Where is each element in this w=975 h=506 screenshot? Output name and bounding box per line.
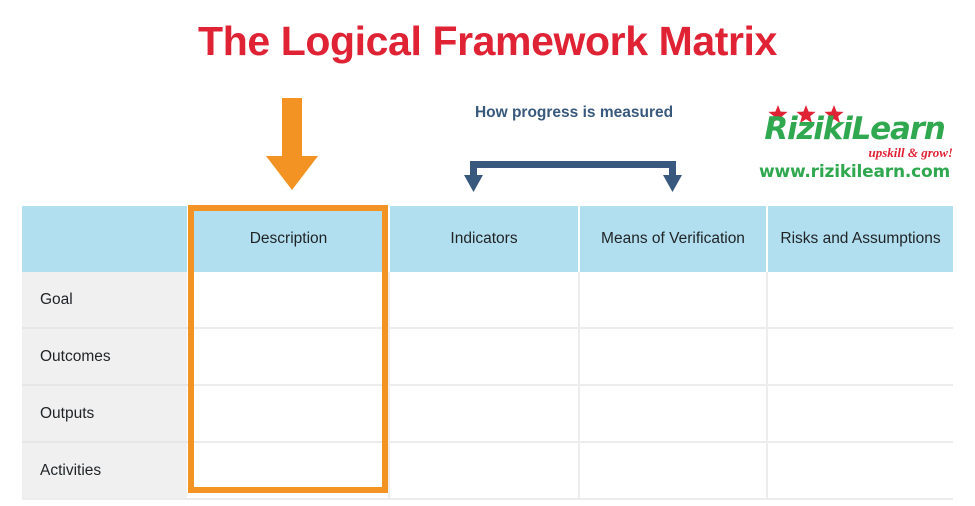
- matrix-cell-goal-indicators[interactable]: [389, 272, 580, 329]
- matrix-cell-outcomes-indicators[interactable]: [389, 328, 580, 386]
- matrix-table: Description Indicators Means of Verifica…: [22, 206, 953, 500]
- page-title: The Logical Framework Matrix: [198, 18, 777, 64]
- matrix-header-indicators: Indicators: [389, 206, 580, 272]
- matrix-row-label-goal: Goal: [22, 272, 189, 329]
- logo-tagline: upskill & grow!: [868, 145, 953, 160]
- matrix-row-label-activities: Activities: [22, 442, 189, 500]
- logframe-matrix: Description Indicators Means of Verifica…: [22, 206, 953, 500]
- matrix-cell-activities-indicators[interactable]: [389, 442, 580, 500]
- matrix-header-risks-and-assumptions: Risks and Assumptions: [767, 206, 953, 272]
- description-arrow-down-icon: [264, 98, 320, 192]
- logo-url: www.rizikilearn.com: [759, 162, 950, 182]
- matrix-row-label-outputs: Outputs: [22, 385, 189, 443]
- table-row: Goal: [22, 272, 953, 329]
- matrix-cell-activities-description[interactable]: [188, 442, 390, 500]
- matrix-cell-outputs-risks-and-assumptions[interactable]: [767, 385, 953, 443]
- matrix-cell-outputs-indicators[interactable]: [389, 385, 580, 443]
- matrix-cell-outputs-means-of-verification[interactable]: [579, 385, 768, 443]
- matrix-header-description: Description: [188, 206, 390, 272]
- matrix-cell-activities-means-of-verification[interactable]: [579, 442, 768, 500]
- matrix-header-corner: [22, 206, 189, 272]
- progress-bracket-arrow-icon: [462, 155, 684, 195]
- matrix-cell-outcomes-means-of-verification[interactable]: [579, 328, 768, 386]
- table-row: Outputs: [22, 385, 953, 443]
- bracket-double-arrow-down-icon: [464, 161, 682, 192]
- progress-note-label: How progress is measured: [474, 104, 674, 121]
- arrow-down-icon: [266, 98, 318, 190]
- brand-logo: RizikiLearn upskill & grow! www.rizikile…: [752, 104, 957, 186]
- matrix-cell-goal-means-of-verification[interactable]: [579, 272, 768, 329]
- matrix-header-row: Description Indicators Means of Verifica…: [22, 206, 953, 272]
- matrix-row-label-outcomes: Outcomes: [22, 328, 189, 386]
- matrix-body: Goal Outcomes Outputs Activities: [22, 272, 953, 500]
- matrix-cell-goal-description[interactable]: [188, 272, 390, 329]
- matrix-cell-activities-risks-and-assumptions[interactable]: [767, 442, 953, 500]
- table-row: Activities: [22, 442, 953, 500]
- table-row: Outcomes: [22, 328, 953, 386]
- matrix-cell-outputs-description[interactable]: [188, 385, 390, 443]
- matrix-header-means-of-verification: Means of Verification: [579, 206, 768, 272]
- matrix-cell-goal-risks-and-assumptions[interactable]: [767, 272, 953, 329]
- logo-wordmark: RizikiLearn: [764, 111, 945, 147]
- matrix-cell-outcomes-description[interactable]: [188, 328, 390, 386]
- matrix-cell-outcomes-risks-and-assumptions[interactable]: [767, 328, 953, 386]
